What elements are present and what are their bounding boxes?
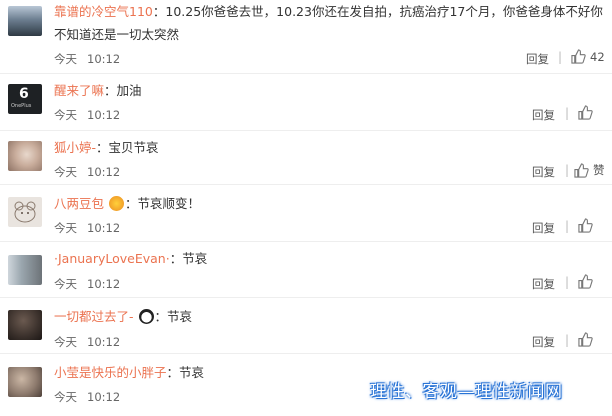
panda-emoji-icon bbox=[138, 309, 154, 324]
oneplus-logo: 6 bbox=[19, 86, 29, 102]
comment-list: 靠谱的冷空气110：10.25你爸爸去世，10.23你还在发自拍，抗癌治疗17个… bbox=[0, 0, 612, 416]
thumbs-up-icon bbox=[574, 162, 589, 178]
comment-item: 6 OnePlus 醒来了嘛：加油 今天 10:12 回复 | bbox=[0, 74, 612, 130]
avatar[interactable] bbox=[8, 6, 42, 36]
thumbs-up-icon bbox=[578, 332, 593, 347]
comment-text: 10.25你爸爸去世，10.23你还在发自拍，抗癌治疗17个月，你爸爸身体不好你 bbox=[165, 4, 603, 19]
avatar[interactable] bbox=[8, 141, 42, 171]
comment-item: 狐小婷-：宝贝节哀 今天 10:12 回复 | 赞 bbox=[0, 131, 612, 184]
comment-item: 一切都过去了- ：节哀 今天 10:12 回复 | bbox=[0, 298, 612, 353]
thumbs-up-icon bbox=[578, 218, 593, 233]
comment-text: 节哀 bbox=[167, 309, 193, 324]
colon-separator: ： bbox=[152, 4, 166, 19]
comment-text: 加油 bbox=[116, 83, 142, 98]
comment-meta: 今天 10:12 bbox=[54, 389, 120, 405]
comment-meta: 今天 10:12 bbox=[54, 164, 120, 180]
divider-bar: | bbox=[565, 333, 570, 347]
comment-time: 10:12 bbox=[87, 108, 121, 122]
comment-meta: 今天 10:12 bbox=[54, 107, 120, 123]
avatar[interactable] bbox=[8, 255, 42, 285]
reply-button[interactable]: 回复 bbox=[526, 51, 549, 67]
like-button[interactable] bbox=[578, 105, 593, 120]
comment-time: 10:12 bbox=[87, 165, 121, 179]
comment-text: 节哀顺变！ bbox=[137, 196, 201, 211]
cartoon-bear-icon bbox=[14, 201, 36, 223]
comment-day: 今天 bbox=[54, 390, 77, 404]
avatar[interactable] bbox=[8, 197, 42, 227]
thumbs-up-icon bbox=[578, 274, 593, 289]
comment-username[interactable]: 一切都过去了- bbox=[54, 309, 134, 324]
colon-separator: ： bbox=[169, 251, 183, 266]
comment-day: 今天 bbox=[54, 277, 77, 291]
comment-meta: 今天 10:12 bbox=[54, 220, 120, 236]
reply-button[interactable]: 回复 bbox=[532, 334, 555, 350]
like-button[interactable]: 42 bbox=[571, 49, 605, 64]
divider-bar: | bbox=[565, 275, 570, 289]
comment-time: 10:12 bbox=[87, 335, 121, 349]
avatar[interactable] bbox=[8, 367, 42, 397]
comment-text: 宝贝节哀 bbox=[108, 140, 159, 155]
comment-item: ·JanuaryLoveEvan·：节哀 今天 10:12 回复 | bbox=[0, 242, 612, 297]
comment-text: 节哀 bbox=[179, 365, 205, 380]
watermark: 理性、客观—理性新闻网 bbox=[370, 382, 563, 402]
avatar[interactable]: 6 OnePlus bbox=[8, 84, 42, 114]
divider-bar: | bbox=[565, 106, 570, 120]
like-label: 赞 bbox=[593, 163, 605, 177]
comment-meta: 今天 10:12 bbox=[54, 276, 120, 292]
colon-separator: ： bbox=[125, 196, 138, 211]
comment-username[interactable]: 小莹是快乐的小胖子 bbox=[54, 365, 167, 380]
comment-day: 今天 bbox=[54, 221, 77, 235]
comment-username[interactable]: 醒来了嘛 bbox=[54, 83, 104, 98]
comment-time: 10:12 bbox=[87, 277, 121, 291]
like-button[interactable]: 赞 bbox=[574, 162, 605, 178]
comment-meta: 今天 10:12 bbox=[54, 51, 120, 67]
comment-day: 今天 bbox=[54, 52, 77, 66]
reply-button[interactable]: 回复 bbox=[532, 107, 555, 123]
avatar[interactable] bbox=[8, 310, 42, 340]
comment-username[interactable]: 靠谱的冷空气110 bbox=[54, 4, 153, 19]
comment-meta: 今天 10:12 bbox=[54, 334, 120, 350]
colon-separator: ： bbox=[154, 309, 168, 324]
comment-time: 10:12 bbox=[87, 52, 121, 66]
comment-username[interactable]: 八两豆包 bbox=[54, 196, 104, 211]
reply-button[interactable]: 回复 bbox=[532, 164, 555, 180]
reply-button[interactable]: 回复 bbox=[532, 220, 555, 236]
like-button[interactable] bbox=[578, 332, 593, 347]
like-count: 42 bbox=[590, 49, 605, 64]
like-button[interactable] bbox=[578, 274, 593, 289]
comment-text: 节哀 bbox=[182, 251, 208, 266]
comment-item: 靠谱的冷空气110：10.25你爸爸去世，10.23你还在发自拍，抗癌治疗17个… bbox=[0, 0, 612, 73]
colon-separator: ： bbox=[166, 365, 180, 380]
comment-day: 今天 bbox=[54, 165, 77, 179]
comment-username[interactable]: ·JanuaryLoveEvan· bbox=[54, 251, 170, 266]
divider-bar: | bbox=[565, 163, 570, 177]
like-button[interactable] bbox=[578, 218, 593, 233]
colon-separator: ： bbox=[104, 83, 117, 98]
comment-day: 今天 bbox=[54, 108, 77, 122]
divider-bar: | bbox=[558, 50, 563, 64]
comment-time: 10:12 bbox=[87, 390, 121, 404]
colon-separator: ： bbox=[96, 140, 109, 155]
thumbs-up-icon bbox=[578, 105, 593, 120]
thumbs-up-icon bbox=[571, 49, 586, 64]
comment-item: 八两豆包 ：节哀顺变！ 今天 10:12 回复 | bbox=[0, 185, 612, 241]
divider-bar: | bbox=[565, 219, 570, 233]
reply-button[interactable]: 回复 bbox=[532, 276, 555, 292]
comment-time: 10:12 bbox=[87, 221, 121, 235]
comment-text-continued: 不知道还是一切太突然 bbox=[54, 27, 180, 42]
oneplus-wordmark: OnePlus bbox=[11, 103, 32, 109]
comment-day: 今天 bbox=[54, 335, 77, 349]
comment-username[interactable]: 狐小婷- bbox=[54, 140, 96, 155]
emoji-icon bbox=[109, 196, 124, 211]
